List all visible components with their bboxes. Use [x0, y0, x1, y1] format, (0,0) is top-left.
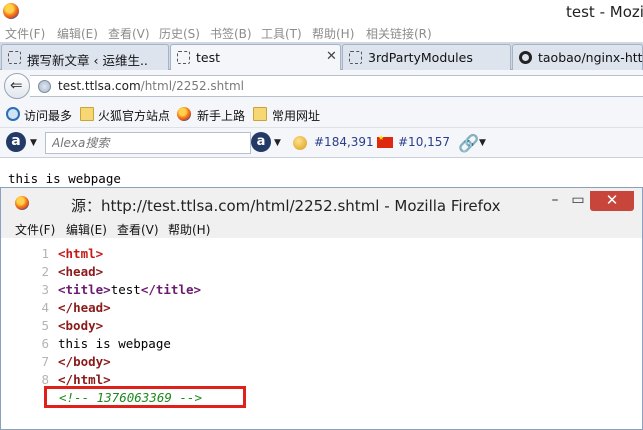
url-host: test.ttlsa.com — [58, 79, 141, 93]
code-text: <html> — [58, 246, 104, 261]
menu-file[interactable]: 文件(F) — [5, 25, 45, 42]
url-text[interactable]: test.ttlsa.com/html/2252.shtml — [58, 79, 244, 93]
firefox-logo-icon[interactable] — [15, 196, 29, 210]
tab-write-article[interactable]: 撰写新文章 ‹ 运维生... — [1, 44, 169, 70]
line-number: 6 — [41, 336, 49, 351]
highlight-box — [44, 386, 246, 408]
globe-icon — [38, 80, 51, 93]
china-rank[interactable]: #10,157 — [398, 135, 450, 149]
alexa-search-input[interactable] — [46, 133, 226, 153]
line-number: 7 — [41, 354, 49, 369]
tab-label: 3rdPartyModules — [368, 50, 473, 65]
bookmark-most-visited[interactable]: 访问最多 — [24, 107, 72, 124]
github-icon — [519, 51, 532, 64]
menu-edit[interactable]: 编辑(E) — [57, 25, 98, 42]
menu-help[interactable]: 帮助(H) — [312, 25, 354, 42]
source-title-bar: 源：http://test.ttlsa.com/html/2252.shtml … — [1, 188, 642, 218]
global-rank[interactable]: #184,391 — [314, 135, 374, 149]
global-rank-icon — [293, 136, 307, 150]
back-arrow-icon: ⇐ — [10, 76, 23, 94]
bookmark-getting-started[interactable]: 新手上路 — [197, 107, 245, 124]
bookmark-common-sites[interactable]: 常用网址 — [272, 107, 320, 124]
source-menu-help[interactable]: 帮助(H) — [168, 221, 210, 238]
tab-test[interactable]: test ✕ — [170, 44, 341, 71]
code-text: </body> — [58, 354, 111, 369]
alexa-logo-icon[interactable]: a — [6, 132, 26, 152]
most-visited-icon — [6, 107, 20, 121]
chevron-down-icon[interactable]: ▼ — [274, 138, 281, 148]
url-bar[interactable]: test.ttlsa.com/html/2252.shtml — [30, 75, 643, 97]
folder-icon — [253, 107, 267, 121]
tab-label: test — [196, 50, 221, 65]
bookmarks-bar: 访问最多 火狐官方站点 新手上路 常用网址 — [0, 102, 643, 128]
tab-label: taobao/nginx-http- — [538, 50, 643, 65]
source-menu-edit[interactable]: 编辑(E) — [66, 221, 107, 238]
close-icon[interactable]: ✕ — [326, 49, 337, 64]
url-path: /html/2252.shtml — [140, 79, 245, 93]
menu-bar: 文件(F) 编辑(E) 查看(V) 历史(S) 书签(B) 工具(T) 帮助(H… — [0, 22, 643, 42]
firefox-icon — [177, 107, 191, 121]
page-icon — [177, 51, 190, 64]
menu-history[interactable]: 历史(S) — [159, 25, 200, 42]
code-text: <head> — [58, 264, 104, 279]
menu-bookmarks[interactable]: 书签(B) — [210, 25, 252, 42]
code-text: this is webpage — [58, 336, 171, 351]
back-button[interactable]: ⇐ — [4, 73, 30, 99]
source-code-view[interactable]: 1 <html> 2 <head> 3 <title>test</title> … — [1, 238, 642, 429]
navigation-bar: test.ttlsa.com/html/2252.shtml ⇐ — [0, 70, 643, 102]
tab-strip: 撰写新文章 ‹ 运维生... test ✕ 3rdPartyModules ta… — [0, 42, 643, 71]
tab-3rdpartymodules[interactable]: 3rdPartyModules — [342, 44, 511, 70]
alexa-toolbar: a ▼ a ▼ #184,391 #10,157 🔗 ▼ — [0, 128, 643, 158]
link-chain-icon[interactable]: 🔗 — [458, 134, 479, 154]
code-text: <body> — [58, 318, 104, 333]
menu-tools[interactable]: 工具(T) — [261, 25, 302, 42]
source-menu-file[interactable]: 文件(F) — [15, 221, 55, 238]
view-source-window: 源：http://test.ttlsa.com/html/2252.shtml … — [0, 187, 643, 430]
code-text: </html> — [58, 372, 111, 387]
source-menu-bar: 文件(F) 编辑(E) 查看(V) 帮助(H) — [1, 218, 642, 238]
tab-label: 撰写新文章 ‹ 运维生... — [27, 53, 147, 68]
line-number: 5 — [41, 318, 49, 333]
page-body-text: this is webpage — [8, 171, 121, 186]
line-number: 2 — [41, 264, 49, 279]
source-menu-view[interactable]: 查看(V) — [117, 221, 159, 238]
source-window-title: 源：http://test.ttlsa.com/html/2252.shtml … — [71, 197, 501, 215]
line-number: 3 — [41, 282, 49, 297]
close-button[interactable]: ✕ — [590, 191, 634, 211]
page-icon — [349, 51, 362, 64]
menu-related-links[interactable]: 相关链接(R) — [366, 25, 432, 42]
china-flag-icon — [377, 134, 393, 148]
page-icon — [8, 51, 21, 64]
bookmark-firefox-official[interactable]: 火狐官方站点 — [98, 107, 170, 124]
window-title: test - Mozi — [566, 3, 643, 21]
alexa-search-button[interactable]: a — [251, 132, 271, 152]
code-text: <title>test</title> — [58, 282, 202, 297]
chevron-down-icon[interactable]: ▼ — [479, 138, 486, 148]
maximize-button[interactable]: ▭ — [567, 191, 589, 211]
alexa-search-box — [45, 132, 251, 154]
code-text: </head> — [58, 300, 111, 315]
menu-view[interactable]: 查看(V) — [108, 25, 150, 42]
minimize-button[interactable]: – — [544, 191, 566, 211]
window-title-bar: test - Mozi — [0, 0, 643, 22]
line-number: 4 — [41, 300, 49, 315]
tab-taobao-nginx[interactable]: taobao/nginx-http- — [512, 44, 643, 70]
line-number: 8 — [41, 372, 49, 387]
firefox-logo-icon[interactable] — [3, 3, 19, 19]
chevron-down-icon[interactable]: ▼ — [30, 138, 37, 148]
line-number: 1 — [41, 246, 49, 261]
folder-icon — [80, 107, 94, 121]
